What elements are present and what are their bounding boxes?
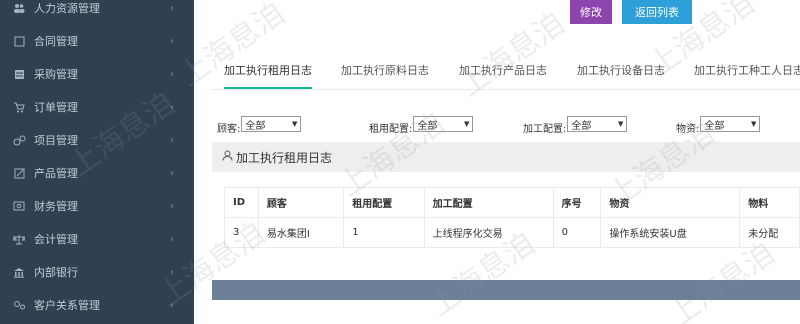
chevron-left-icon: ‹ bbox=[170, 233, 174, 245]
chevron-left-icon: ‹ bbox=[170, 200, 174, 212]
toolbar: 修改 返回列表 bbox=[194, 0, 800, 28]
customer-select[interactable]: 全部 ▼ bbox=[241, 116, 302, 132]
table-cell: 0 bbox=[552, 217, 602, 248]
filter-label: 租用配置: bbox=[369, 124, 413, 135]
filter-bar: 顾客: 全部 ▼ 租用配置: 全部 ▼ 加工配置: 全部 ▼ 物资: 全部 ▼ bbox=[212, 114, 800, 136]
column-header[interactable]: ID bbox=[224, 187, 259, 218]
chevron-left-icon: ‹ bbox=[170, 35, 174, 47]
table-row[interactable]: 3 易水集团I 1 上线程序化交易 0 操作系统安装U盘 未分配 bbox=[224, 217, 800, 248]
column-header[interactable]: 顾客 bbox=[257, 187, 345, 218]
sidebar-item-orders[interactable]: 订单管理 ‹ bbox=[0, 91, 194, 123]
panel-title: 加工执行租用日志 bbox=[236, 150, 333, 165]
sidebar-item-accounting[interactable]: 会计管理 ‹ bbox=[0, 223, 194, 255]
column-header[interactable]: 租用配置 bbox=[343, 187, 425, 218]
caret-down-icon: ▼ bbox=[291, 120, 298, 128]
caret-down-icon: ▼ bbox=[617, 120, 624, 128]
sidebar-item-product[interactable]: 产品管理 ‹ bbox=[0, 157, 194, 189]
process-config-filter: 加工配置: 全部 ▼ bbox=[523, 114, 628, 136]
caret-down-icon: ▼ bbox=[750, 120, 757, 128]
sidebar-item-label: 产品管理 bbox=[34, 167, 78, 180]
chevron-left-icon: ‹ bbox=[170, 2, 174, 14]
rental-config-select[interactable]: 全部 ▼ bbox=[413, 116, 474, 132]
filter-label: 顾客: bbox=[217, 124, 241, 135]
sidebar-item-label: 会计管理 bbox=[34, 233, 78, 246]
tab-product-log[interactable]: 加工执行产品日志 bbox=[459, 58, 547, 89]
chevron-left-icon: ‹ bbox=[170, 134, 174, 146]
sidebar-item-label: 财务管理 bbox=[34, 200, 78, 213]
table-cell: 易水集团I bbox=[257, 217, 345, 248]
sidebar-item-purchase[interactable]: 采购管理 ‹ bbox=[0, 58, 194, 90]
sidebar-item-label: 客户关系管理 bbox=[34, 299, 100, 312]
column-header[interactable]: 物资 bbox=[600, 187, 741, 218]
tab-equipment-log[interactable]: 加工执行设备日志 bbox=[577, 58, 665, 89]
chevron-left-icon: ‹ bbox=[170, 101, 174, 113]
select-value: 全部 bbox=[704, 120, 725, 132]
product-icon bbox=[12, 167, 26, 179]
sidebar-item-label: 合同管理 bbox=[34, 35, 78, 48]
caret-down-icon: ▼ bbox=[463, 120, 470, 128]
chevron-left-icon: ‹ bbox=[170, 68, 174, 80]
tab-worker-log[interactable]: 加工执行工种工人日志 bbox=[694, 58, 800, 89]
customer-filter: 顾客: 全部 ▼ bbox=[217, 114, 302, 136]
material-filter: 物资: 全部 ▼ bbox=[676, 114, 761, 136]
sidebar-item-finance[interactable]: 财务管理 ‹ bbox=[0, 190, 194, 222]
cart-icon bbox=[12, 101, 26, 113]
sidebar-item-label: 订单管理 bbox=[34, 101, 78, 114]
table-cell: 1 bbox=[343, 217, 425, 248]
finance-icon bbox=[12, 200, 26, 212]
sidebar-item-bank[interactable]: 内部银行 ‹ bbox=[0, 256, 194, 288]
footer-bar bbox=[212, 280, 800, 300]
chevron-left-icon: ‹ bbox=[170, 299, 174, 311]
tab-material-log[interactable]: 加工执行原料日志 bbox=[341, 58, 429, 89]
column-header[interactable]: 物料 bbox=[739, 187, 800, 218]
select-value: 全部 bbox=[245, 120, 266, 132]
chevron-left-icon: ‹ bbox=[170, 266, 174, 278]
edit-button[interactable]: 修改 bbox=[570, 0, 612, 24]
tab-bar: 加工执行租用日志 加工执行原料日志 加工执行产品日志 加工执行设备日志 加工执行… bbox=[212, 58, 800, 90]
rental-config-filter: 租用配置: 全部 ▼ bbox=[369, 114, 474, 136]
contract-icon bbox=[12, 35, 26, 47]
sidebar-item-crm[interactable]: 客户关系管理 ‹ bbox=[0, 289, 194, 321]
filter-label: 加工配置: bbox=[523, 124, 567, 135]
log-table: ID 顾客 租用配置 加工配置 序号 物资 物料 3 易水集团I 1 上线程序化… bbox=[224, 187, 800, 248]
bank-icon bbox=[12, 266, 26, 278]
purchase-icon bbox=[12, 68, 26, 80]
project-icon bbox=[12, 134, 26, 146]
sidebar-item-label: 项目管理 bbox=[34, 134, 78, 147]
sidebar-item-hr[interactable]: 人力资源管理 ‹ bbox=[0, 0, 194, 24]
sidebar-item-label: 人力资源管理 bbox=[34, 2, 100, 15]
table-cell: 未分配 bbox=[739, 217, 800, 248]
column-header[interactable]: 加工配置 bbox=[423, 187, 554, 218]
select-value: 全部 bbox=[571, 120, 592, 132]
sidebar-item-contract[interactable]: 合同管理 ‹ bbox=[0, 25, 194, 57]
people-icon bbox=[12, 2, 26, 14]
panel-header: 加工执行租用日志 bbox=[212, 142, 800, 172]
filter-label: 物资: bbox=[676, 124, 700, 135]
accounting-icon bbox=[12, 233, 26, 245]
crm-icon bbox=[12, 299, 26, 311]
column-header[interactable]: 序号 bbox=[552, 187, 602, 218]
table-header-row: ID 顾客 租用配置 加工配置 序号 物资 物料 bbox=[224, 187, 800, 218]
user-icon bbox=[222, 150, 233, 164]
sidebar-item-label: 内部银行 bbox=[34, 266, 78, 279]
table-cell: 上线程序化交易 bbox=[423, 217, 554, 248]
sidebar: 人力资源管理 ‹ 合同管理 ‹ 采购管理 ‹ 订单管理 ‹ 项目管理 ‹ 产品管… bbox=[0, 0, 194, 324]
select-value: 全部 bbox=[417, 120, 438, 132]
sidebar-item-project[interactable]: 项目管理 ‹ bbox=[0, 124, 194, 156]
back-to-list-button[interactable]: 返回列表 bbox=[622, 0, 692, 24]
process-config-select[interactable]: 全部 ▼ bbox=[567, 116, 628, 132]
chevron-left-icon: ‹ bbox=[170, 167, 174, 179]
tab-rental-log[interactable]: 加工执行租用日志 bbox=[224, 58, 312, 89]
table-cell: 3 bbox=[224, 217, 259, 248]
main-content: 修改 返回列表 加工执行租用日志 加工执行原料日志 加工执行产品日志 加工执行设… bbox=[194, 0, 800, 324]
material-select[interactable]: 全部 ▼ bbox=[700, 116, 761, 132]
table-cell: 操作系统安装U盘 bbox=[600, 217, 741, 248]
sidebar-item-label: 采购管理 bbox=[34, 68, 78, 81]
